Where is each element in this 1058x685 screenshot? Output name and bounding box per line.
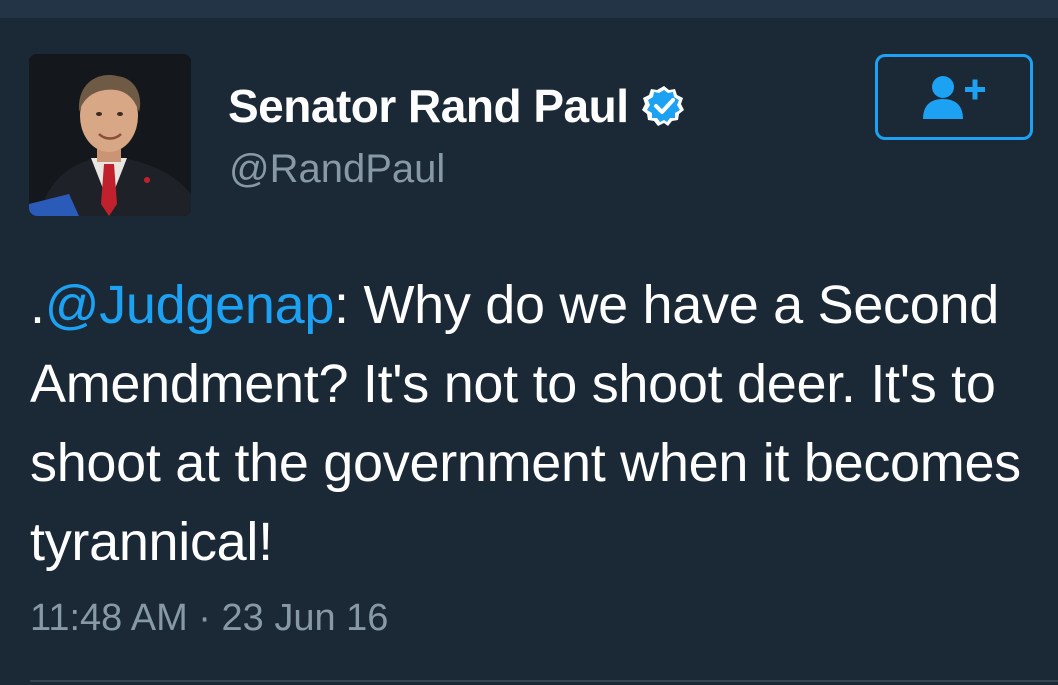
add-user-icon xyxy=(923,76,985,119)
verified-badge-icon xyxy=(642,84,686,128)
mention-link[interactable]: @Judgenap xyxy=(45,275,335,335)
display-name[interactable]: Senator Rand Paul xyxy=(228,80,629,132)
top-bar xyxy=(0,0,1058,18)
divider xyxy=(30,680,1058,682)
user-handle[interactable]: @RandPaul xyxy=(229,146,445,192)
avatar[interactable] xyxy=(29,54,191,216)
name-row: Senator Rand Paul xyxy=(228,80,686,132)
tweet-card: Senator Rand Paul @RandPaul .@Judgenap: … xyxy=(0,18,1058,685)
tweet-timestamp[interactable]: 11:48 AM · 23 Jun 16 xyxy=(30,596,388,640)
tweet-text-prefix: . xyxy=(30,275,45,335)
profile-photo-icon xyxy=(29,54,191,216)
follow-button[interactable] xyxy=(875,54,1033,140)
tweet-text: .@Judgenap: Why do we have a Second Amen… xyxy=(30,266,1040,582)
